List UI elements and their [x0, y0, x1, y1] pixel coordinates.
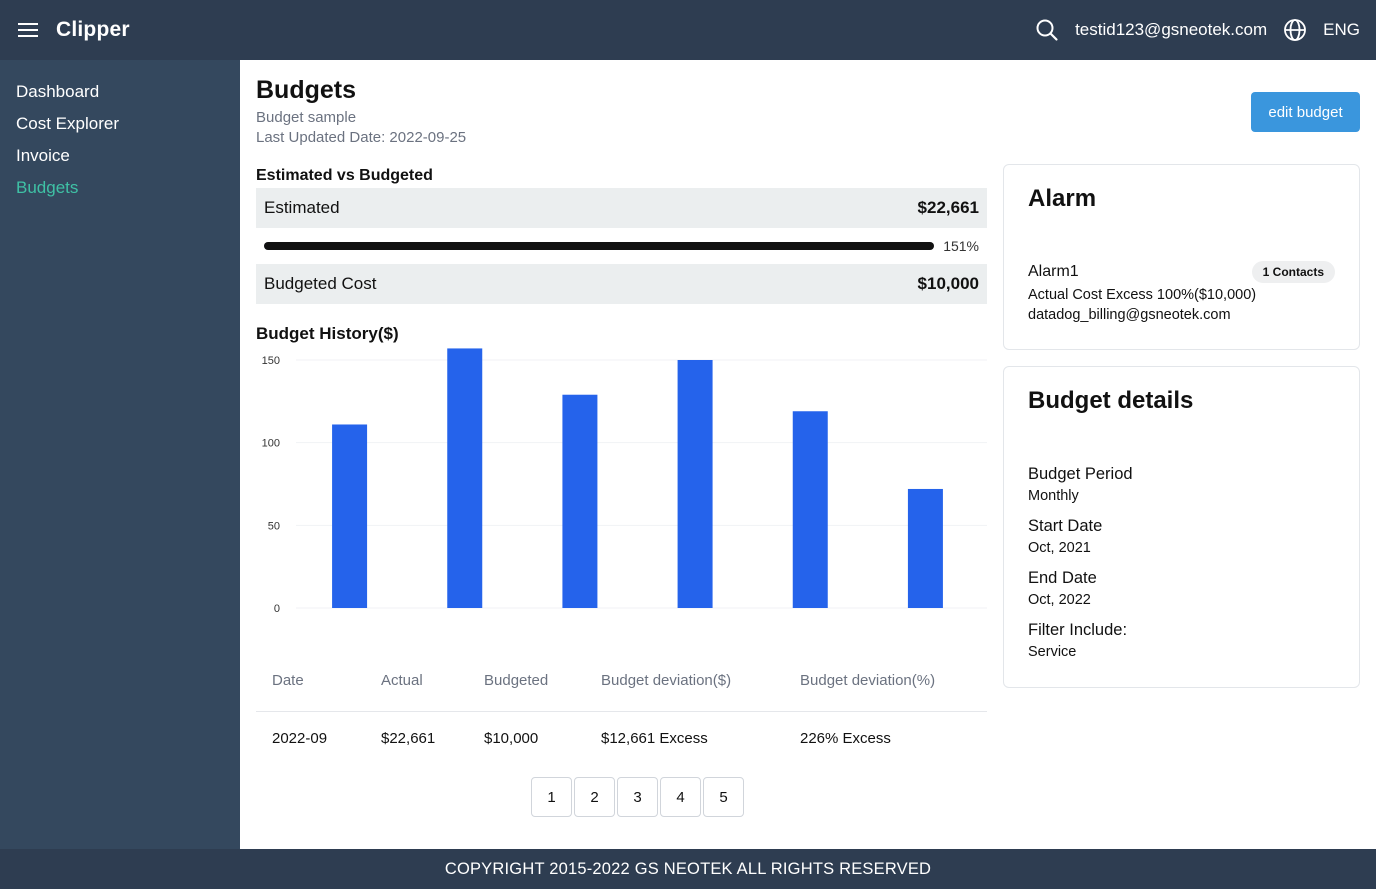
budget-name: Budget sample	[256, 109, 357, 126]
bar-apr[interactable]	[677, 360, 713, 608]
y-tick-label: 0	[274, 603, 280, 615]
estimated-label: Estimated	[264, 198, 340, 217]
contacts-badge[interactable]: 1 Contacts	[1251, 261, 1335, 283]
estimated-value: $22,661	[917, 198, 979, 217]
table-cell-date: 2022-09	[272, 729, 328, 747]
column-header-actual: Actual	[381, 672, 423, 689]
estimated-row: Estimated $22,661	[256, 188, 987, 228]
globe-icon[interactable]	[1281, 16, 1309, 44]
budgeted-label: Budgeted Cost	[264, 274, 377, 293]
table-header-row: Date Actual Budgeted Budget deviation($)…	[256, 650, 987, 712]
budget-details-card: Budget details Budget Period Monthly Sta…	[1003, 366, 1360, 688]
language-selector[interactable]: ENG	[1323, 20, 1360, 40]
column-header-date: Date	[272, 672, 304, 689]
last-updated-date: Last Updated Date: 2022-09-25	[256, 129, 467, 146]
user-email[interactable]: testid123@gsneotek.com	[1075, 20, 1267, 40]
progress-row: 151%	[256, 228, 987, 264]
sidebar: Dashboard Cost Explorer Invoice Budgets	[0, 60, 240, 849]
progress-percent: 151%	[943, 238, 979, 254]
top-app-bar: Clipper testid123@gsneotek.com ENG	[0, 0, 1376, 60]
page-button-5[interactable]: 5	[703, 777, 744, 817]
start-date-label: Start Date	[1028, 517, 1103, 535]
search-icon[interactable]	[1033, 16, 1061, 44]
page-button-3[interactable]: 3	[617, 777, 658, 817]
budget-period-label: Budget Period	[1028, 465, 1133, 483]
filter-include-label: Filter Include:	[1028, 621, 1128, 639]
alarm-condition: Actual Cost Excess 100%($10,000)	[1028, 287, 1257, 303]
bar-jun[interactable]	[907, 488, 943, 608]
sidebar-item-cost-explorer[interactable]: Cost Explorer	[0, 108, 240, 140]
sidebar-item-invoice[interactable]: Invoice	[0, 140, 240, 172]
estimated-vs-budgeted-heading: Estimated vs Budgeted	[256, 167, 433, 184]
y-tick-label: 100	[262, 438, 280, 450]
budget-details-title: Budget details	[1028, 387, 1194, 414]
page-button-2[interactable]: 2	[574, 777, 615, 817]
alarm-email: datadog_billing@gsneotek.com	[1028, 307, 1231, 323]
table-row: 2022-09 $22,661 $10,000 $12,661 Excess 2…	[256, 712, 987, 764]
start-date-value: Oct, 2021	[1028, 540, 1091, 556]
page-button-1[interactable]: 1	[531, 777, 572, 817]
table-cell-deviation-amount: $12,661 Excess	[601, 729, 708, 747]
pagination: 1 2 3 4 5	[531, 777, 744, 817]
hamburger-menu-icon[interactable]	[16, 18, 40, 42]
column-header-budgeted: Budgeted	[484, 672, 549, 689]
bar-may[interactable]	[792, 411, 828, 608]
edit-budget-button[interactable]: edit budget	[1251, 92, 1360, 132]
budgeted-value: $10,000	[917, 274, 979, 293]
page-title: Budgets	[256, 76, 356, 104]
end-date-value: Oct, 2022	[1028, 592, 1091, 608]
page-button-4[interactable]: 4	[660, 777, 701, 817]
table-cell-budgeted: $10,000	[484, 729, 539, 747]
alarm-title: Alarm	[1028, 185, 1097, 212]
budget-period-value: Monthly	[1028, 488, 1079, 504]
sidebar-item-dashboard[interactable]: Dashboard	[0, 76, 240, 108]
column-header-deviation-amount: Budget deviation($)	[601, 672, 732, 689]
main-content: Budgets Budget sample Last Updated Date:…	[240, 60, 1376, 849]
bar-feb[interactable]	[447, 348, 483, 608]
app-name: Clipper	[56, 18, 130, 41]
budget-overview: Estimated vs Budgeted Estimated $22,661 …	[256, 164, 987, 817]
budget-history-chart: 050100150JanFebMarAprMayJun	[262, 348, 987, 615]
chart-title: Budget History($)	[256, 324, 399, 343]
sidebar-item-budgets[interactable]: Budgets	[0, 172, 240, 204]
filter-include-value: Service	[1028, 644, 1077, 660]
table-cell-deviation-percent: 226% Excess	[800, 729, 891, 747]
bar-jan[interactable]	[332, 424, 368, 608]
budgeted-row: Budgeted Cost $10,000	[256, 264, 987, 304]
alarm-card: Alarm Alarm1 1 Contacts Actual Cost Exce…	[1003, 164, 1360, 350]
budget-table: Date Actual Budgeted Budget deviation($)…	[256, 650, 987, 764]
alarm-name: Alarm1	[1028, 263, 1079, 280]
footer-copyright: COPYRIGHT 2015-2022 GS NEOTEK ALL RIGHTS…	[0, 849, 1376, 889]
column-header-deviation-percent: Budget deviation(%)	[800, 672, 936, 689]
progress-bar	[264, 242, 935, 250]
end-date-label: End Date	[1028, 569, 1097, 587]
progress-bar-fill	[264, 242, 935, 250]
bar-mar[interactable]	[562, 394, 598, 608]
y-tick-label: 150	[262, 355, 280, 367]
y-tick-label: 50	[268, 520, 280, 532]
table-cell-actual: $22,661	[381, 729, 436, 747]
